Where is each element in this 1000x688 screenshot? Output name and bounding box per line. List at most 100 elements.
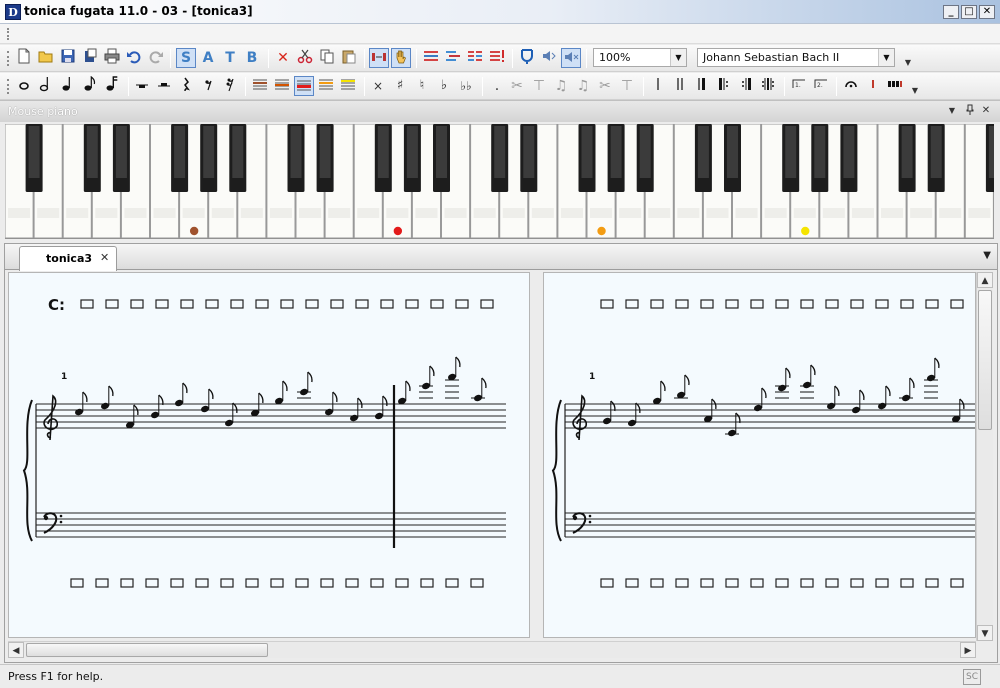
- panel-close-icon[interactable]: ✕: [979, 104, 993, 118]
- figure-box: [205, 299, 219, 309]
- barline-final-icon[interactable]: [692, 76, 712, 96]
- ornament-4-icon[interactable]: ♫: [573, 76, 593, 96]
- lines-pairs-icon[interactable]: [465, 48, 485, 68]
- whole-note-icon[interactable]: [14, 76, 34, 96]
- menu-grip[interactable]: [7, 28, 10, 40]
- toolbar-grip[interactable]: [7, 51, 10, 66]
- save-icon[interactable]: [58, 48, 78, 68]
- staff-lines-gold-icon[interactable]: [316, 76, 336, 96]
- black-key-shine: [843, 126, 855, 178]
- chevron-down-icon[interactable]: ▼: [878, 49, 894, 66]
- delete-icon[interactable]: ✕: [273, 48, 293, 68]
- flat-icon[interactable]: ♭: [434, 76, 454, 96]
- app-icon[interactable]: D: [5, 4, 21, 20]
- panel-pin-icon[interactable]: [963, 104, 977, 118]
- open-folder-icon[interactable]: [36, 48, 56, 68]
- double-flat-icon[interactable]: ♭♭: [456, 76, 476, 96]
- toolbar-overflow-icon[interactable]: ▼: [905, 76, 925, 96]
- redo-icon[interactable]: [146, 48, 166, 68]
- voice-alto-button[interactable]: A: [198, 48, 218, 68]
- sixteenth-note-icon[interactable]: [102, 76, 122, 96]
- toolbar-overflow-icon[interactable]: ▼: [898, 48, 918, 68]
- repeat-start-icon[interactable]: [714, 76, 734, 96]
- score-page-1[interactable]: C: 1: [8, 272, 530, 638]
- repeat-both-icon[interactable]: [758, 76, 778, 96]
- save-as-icon[interactable]: [80, 48, 100, 68]
- toolbar-grip[interactable]: [7, 79, 10, 94]
- horizontal-scrollbar[interactable]: ◀ ▶: [8, 641, 976, 658]
- volta-1-icon[interactable]: 1.: [789, 76, 809, 96]
- spacing-icon[interactable]: [369, 48, 389, 68]
- maximize-button[interactable]: □: [961, 5, 977, 19]
- speaker-mute-icon[interactable]: [561, 48, 581, 68]
- staff-lines-orange-icon[interactable]: [272, 76, 292, 96]
- paste-icon[interactable]: [339, 48, 359, 68]
- lines-red-icon[interactable]: [421, 48, 441, 68]
- tab-close-icon[interactable]: ✕: [100, 251, 109, 264]
- voice-tenor-button[interactable]: T: [220, 48, 240, 68]
- ornament-1-icon[interactable]: ✂: [507, 76, 527, 96]
- quarter-rest-icon[interactable]: [176, 76, 196, 96]
- score-page-2[interactable]: 1: [543, 272, 976, 638]
- vertical-scroll-thumb[interactable]: [978, 290, 992, 430]
- speaker-icon[interactable]: [539, 48, 559, 68]
- dot-icon[interactable]: .: [487, 76, 507, 96]
- double-sharp-icon[interactable]: ×: [368, 76, 388, 96]
- fermata-icon[interactable]: [841, 76, 861, 96]
- eighth-note-icon[interactable]: [80, 75, 100, 96]
- staff-lines-icon[interactable]: [250, 76, 270, 96]
- quarter-note-icon[interactable]: [58, 76, 78, 96]
- voice-bass-button[interactable]: B: [242, 48, 262, 68]
- white-key-shade: [386, 208, 409, 218]
- close-button[interactable]: ✕: [979, 5, 995, 19]
- repeat-end-icon[interactable]: [736, 76, 756, 96]
- zoom-select[interactable]: 100% ▼: [593, 48, 687, 67]
- vertical-scrollbar[interactable]: ▲ ▼: [976, 272, 993, 641]
- hand-tool-icon[interactable]: [391, 48, 411, 68]
- style-select[interactable]: Johann Sebastian Bach II ▼: [697, 48, 895, 67]
- tab-tonica3[interactable]: tonica3 ✕: [19, 246, 117, 271]
- chevron-down-icon[interactable]: ▼: [670, 49, 686, 66]
- eighth-rest-icon[interactable]: [198, 76, 218, 96]
- new-file-icon[interactable]: [14, 48, 34, 68]
- note-flag: [307, 371, 313, 383]
- mouse-piano-header: Mouse piano ▼ ✕: [0, 100, 1000, 122]
- marker-dots-icon[interactable]: [885, 76, 905, 96]
- barline-single-icon[interactable]: [648, 76, 668, 96]
- ornament-5-icon[interactable]: ✂: [595, 76, 615, 96]
- print-icon[interactable]: [102, 48, 122, 68]
- mouse-piano-keyboard[interactable]: [5, 124, 994, 239]
- staff-lines-red-icon[interactable]: [294, 76, 314, 96]
- sixteenth-rest-icon[interactable]: [220, 76, 240, 96]
- staff-lines-yellow-icon[interactable]: [338, 76, 358, 96]
- volta-2-icon[interactable]: 2.: [811, 76, 831, 96]
- ornament-6-icon[interactable]: ⊤: [617, 76, 637, 96]
- whole-rest-icon[interactable]: [132, 76, 152, 96]
- scroll-left-icon[interactable]: ◀: [8, 642, 24, 658]
- undo-icon[interactable]: [124, 48, 144, 68]
- lines-warning-icon[interactable]: [487, 48, 507, 68]
- lines-stagger-icon[interactable]: [443, 48, 463, 68]
- ornament-3-icon[interactable]: ♫: [551, 76, 571, 96]
- half-rest-icon[interactable]: [154, 76, 174, 96]
- sharp-icon[interactable]: ♯: [390, 76, 410, 96]
- minimize-button[interactable]: _: [943, 5, 959, 19]
- half-note-icon[interactable]: [36, 76, 56, 96]
- tab-list-icon[interactable]: ▼: [983, 250, 991, 261]
- figure-box: [270, 578, 284, 588]
- barline-double-icon[interactable]: [670, 76, 690, 96]
- copy-icon[interactable]: [317, 48, 337, 68]
- scroll-up-icon[interactable]: ▲: [977, 272, 993, 288]
- cut-icon[interactable]: [295, 48, 315, 68]
- black-key-shine: [581, 126, 593, 178]
- panel-menu-icon[interactable]: ▼: [945, 104, 959, 118]
- scroll-right-icon[interactable]: ▶: [960, 642, 976, 658]
- natural-icon[interactable]: ♮: [412, 76, 432, 96]
- horizontal-scroll-thumb[interactable]: [26, 643, 268, 657]
- ornament-2-icon[interactable]: ⊤: [529, 76, 549, 96]
- voice-soprano-button[interactable]: S: [176, 48, 196, 68]
- piano-keys[interactable]: [5, 124, 994, 239]
- tuning-fork-icon[interactable]: [517, 48, 537, 68]
- marker-red-icon[interactable]: [863, 76, 883, 96]
- scroll-down-icon[interactable]: ▼: [977, 625, 993, 641]
